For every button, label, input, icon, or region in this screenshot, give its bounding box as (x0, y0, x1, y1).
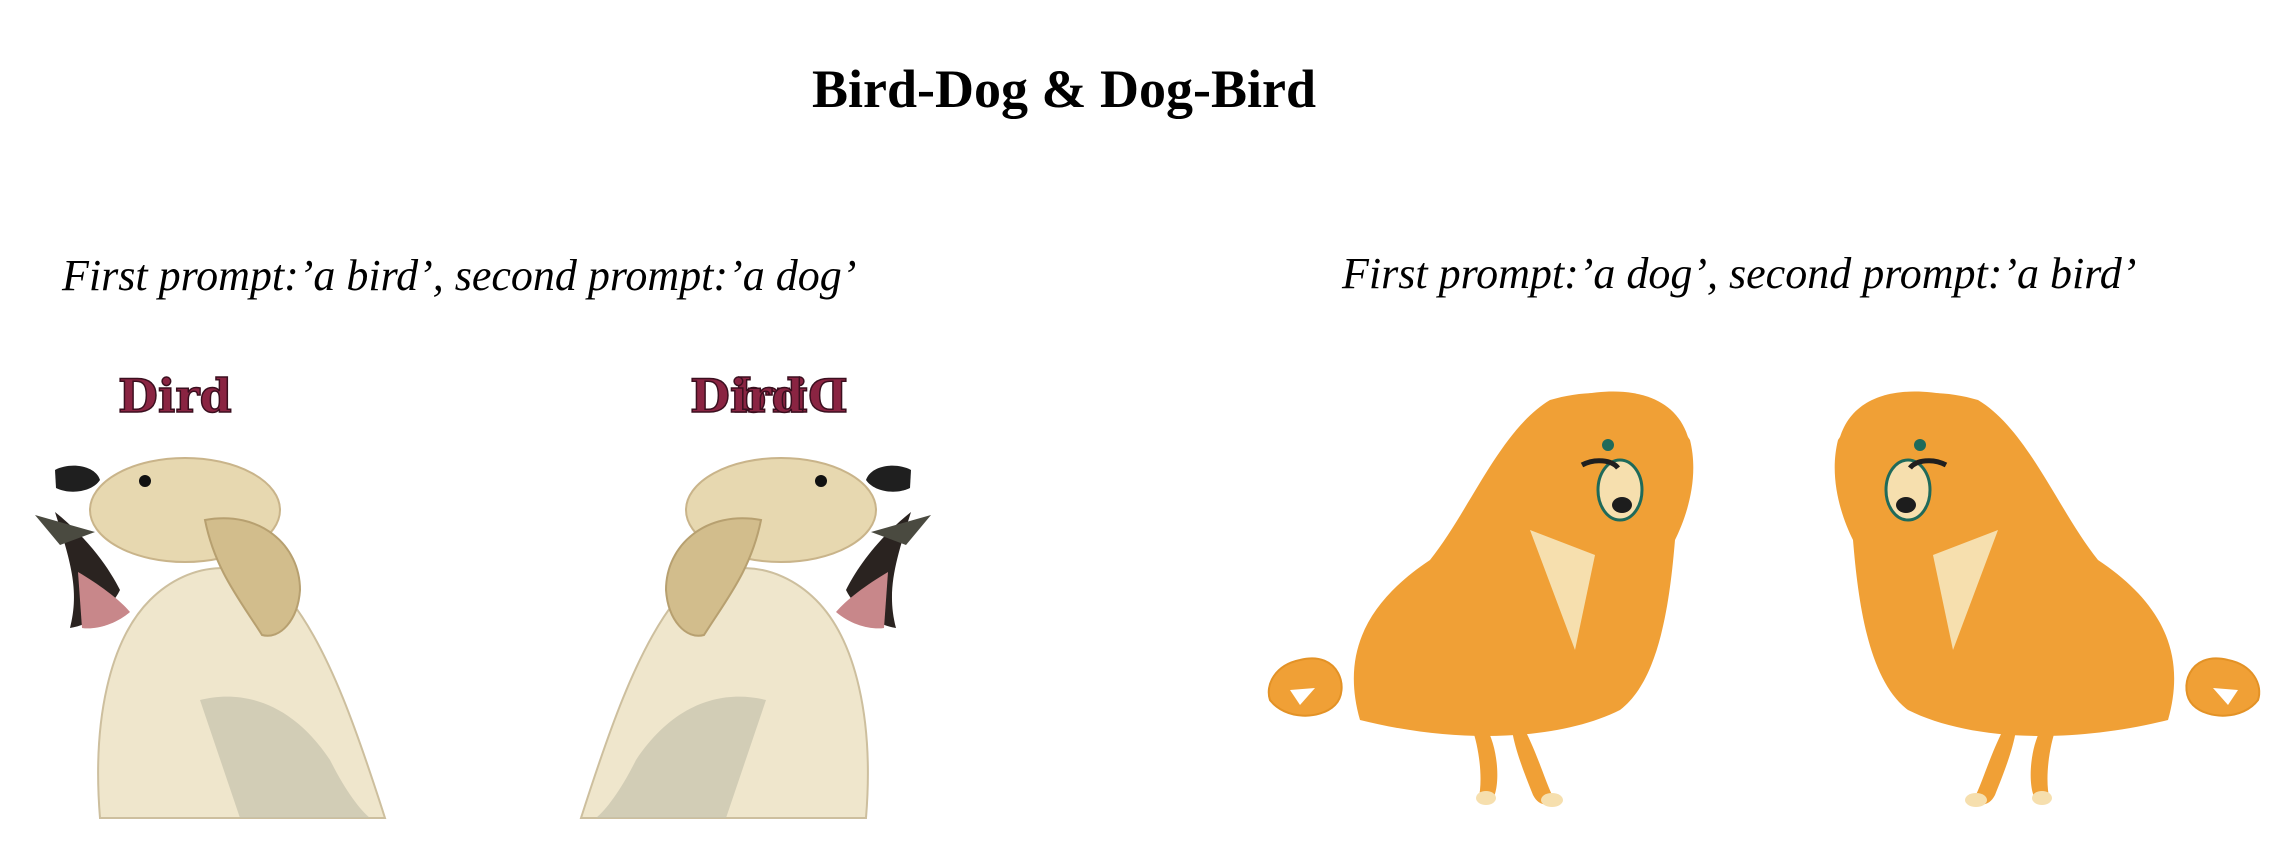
puppy-bird-illusion-right (580, 368, 932, 819)
back-paw (1541, 793, 1563, 807)
illustration-canvas: Dird Dird (35, 368, 2276, 819)
tail (1267, 657, 1343, 717)
orange-dog-bird-right (1835, 392, 2260, 807)
dog-nose (1612, 497, 1632, 513)
orange-dog-bird-left (1267, 391, 1694, 807)
puppy-bird-illusion-left: Dird (35, 368, 387, 819)
image-lettering-right: Dird (690, 369, 804, 423)
dog-eye-right (1602, 439, 1614, 451)
beak-upper (35, 515, 95, 545)
front-leg (1472, 725, 1498, 802)
front-paw (1476, 791, 1496, 805)
puppy-nose (55, 465, 100, 492)
puppy-eye (139, 475, 151, 487)
image-lettering-left: Dird (118, 369, 232, 423)
